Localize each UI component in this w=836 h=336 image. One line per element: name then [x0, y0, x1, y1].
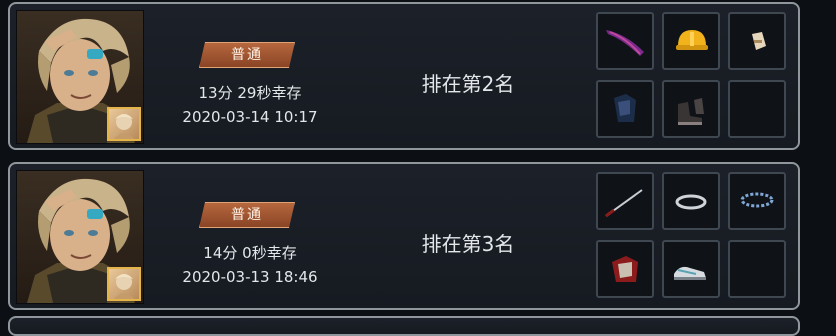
equipment-slot[interactable] — [728, 172, 786, 230]
character-badge — [107, 107, 141, 141]
silver-ring-icon — [675, 194, 707, 210]
equipment-slot[interactable] — [662, 172, 720, 230]
empty-slot[interactable] — [728, 240, 786, 298]
purple-blade-icon — [606, 30, 644, 56]
equipment-slot[interactable] — [596, 12, 654, 70]
rank-text: 排在第2名 — [421, 72, 515, 96]
character-avatar — [16, 10, 144, 144]
record-card[interactable] — [8, 316, 800, 336]
record-card[interactable]: 普通 14分 0秒幸存 2020-03-13 18:46 排在第3名 — [8, 162, 800, 310]
boots-icon — [678, 98, 704, 125]
rank-text: 排在第3名 — [421, 232, 515, 256]
match-date: 2020-03-13 18:46 — [182, 268, 318, 286]
equipment-slot[interactable] — [596, 172, 654, 230]
equipment-slot[interactable] — [728, 12, 786, 70]
empty-slot[interactable] — [728, 80, 786, 138]
mode-tag: 普通 — [199, 42, 295, 68]
mode-tag: 普通 — [199, 202, 295, 228]
character-avatar — [16, 170, 144, 304]
equipment-slot[interactable] — [596, 80, 654, 138]
equipment-slot[interactable] — [662, 240, 720, 298]
survival-time: 13分 29秒幸存 — [198, 84, 302, 102]
survival-time: 14分 0秒幸存 — [203, 244, 297, 262]
equipment-slot[interactable] — [662, 12, 720, 70]
match-date: 2020-03-14 10:17 — [182, 108, 318, 126]
character-badge — [107, 267, 141, 301]
bracer-icon — [752, 32, 766, 50]
katana-icon — [605, 189, 643, 218]
dark-armor-icon — [614, 94, 636, 122]
blue-bracelet-icon — [740, 192, 774, 208]
record-card[interactable]: 普通 13分 29秒幸存 2020-03-14 10:17 排在第2名 — [8, 2, 800, 150]
equipment-slot[interactable] — [596, 240, 654, 298]
yellow-helmet-icon — [676, 30, 708, 50]
equipment-slot[interactable] — [662, 80, 720, 138]
red-armor-icon — [612, 256, 638, 282]
sneakers-icon — [674, 266, 706, 280]
